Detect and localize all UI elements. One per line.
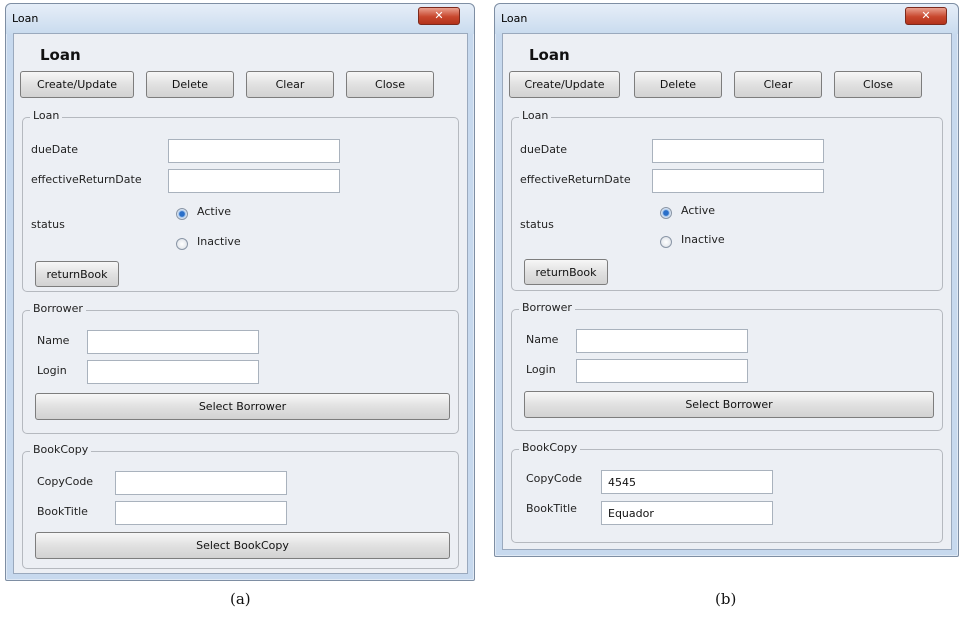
window-title: Loan — [12, 12, 39, 25]
return-book-button[interactable]: returnBook — [524, 259, 608, 285]
caption-a: (a) — [230, 590, 251, 608]
borrower-group-legend: Borrower — [30, 302, 86, 315]
book-title-field[interactable] — [115, 501, 287, 525]
form-heading: Loan — [40, 46, 81, 64]
loan-window-a: Loan ✕ Loan Create/Update Delete Clear C… — [5, 3, 475, 581]
loan-group-legend: Loan — [30, 109, 63, 122]
due-date-field[interactable] — [652, 139, 824, 163]
select-bookcopy-button[interactable]: Select BookCopy — [35, 532, 450, 559]
loan-window-b: Loan ✕ Loan Create/Update Delete Clear C… — [494, 3, 959, 557]
status-active-label: Active — [681, 204, 716, 217]
due-date-label: dueDate — [31, 143, 79, 156]
create-update-button[interactable]: Create/Update — [509, 71, 620, 98]
effective-return-date-label: effectiveReturnDate — [520, 173, 631, 186]
select-borrower-button[interactable]: Select Borrower — [524, 391, 934, 418]
window-title: Loan — [501, 12, 528, 25]
delete-button[interactable]: Delete — [634, 71, 722, 98]
clear-button[interactable]: Clear — [246, 71, 334, 98]
select-borrower-button[interactable]: Select Borrower — [35, 393, 450, 420]
book-title-label: BookTitle — [526, 502, 577, 515]
close-button[interactable]: Close — [346, 71, 434, 98]
borrower-group-legend: Borrower — [519, 301, 575, 314]
borrower-login-label: Login — [37, 364, 67, 377]
window-titlebar: Loan — [6, 4, 474, 34]
create-update-button[interactable]: Create/Update — [20, 71, 134, 98]
status-active-label: Active — [197, 205, 232, 218]
status-active-radio[interactable] — [176, 208, 188, 220]
effective-return-date-field[interactable] — [168, 169, 340, 193]
bookcopy-group-legend: BookCopy — [519, 441, 581, 454]
form-client-area: Loan Create/Update Delete Clear Close Lo… — [13, 33, 468, 574]
loan-group-legend: Loan — [519, 109, 552, 122]
loan-group: Loan dueDate effectiveReturnDate status … — [511, 109, 943, 291]
bookcopy-group: BookCopy CopyCode BookTitle Select BookC… — [22, 443, 459, 569]
bookcopy-group-legend: BookCopy — [30, 443, 92, 456]
form-client-area: Loan Create/Update Delete Clear Close Lo… — [502, 33, 952, 550]
close-x-icon[interactable]: ✕ — [905, 7, 947, 25]
window-titlebar: Loan — [495, 4, 958, 34]
status-active-radio[interactable] — [660, 207, 672, 219]
clear-button[interactable]: Clear — [734, 71, 822, 98]
borrower-name-field[interactable] — [87, 330, 259, 354]
close-button[interactable]: Close — [834, 71, 922, 98]
due-date-label: dueDate — [520, 143, 568, 156]
status-inactive-label: Inactive — [681, 233, 725, 246]
copy-code-field[interactable]: 4545 — [601, 470, 773, 494]
effective-return-date-label: effectiveReturnDate — [31, 173, 142, 186]
copy-code-label: CopyCode — [37, 475, 94, 488]
status-label: status — [31, 218, 65, 231]
bookcopy-group: BookCopy CopyCode 4545 BookTitle Equador — [511, 441, 943, 543]
effective-return-date-field[interactable] — [652, 169, 824, 193]
status-inactive-label: Inactive — [197, 235, 241, 248]
book-title-label: BookTitle — [37, 505, 88, 518]
copy-code-field[interactable] — [115, 471, 287, 495]
status-label: status — [520, 218, 554, 231]
borrower-login-field[interactable] — [576, 359, 748, 383]
borrower-group: Borrower Name Login Select Borrower — [511, 301, 943, 431]
borrower-group: Borrower Name Login Select Borrower — [22, 302, 459, 434]
return-book-button[interactable]: returnBook — [35, 261, 119, 287]
loan-group: Loan dueDate effectiveReturnDate status … — [22, 109, 459, 292]
borrower-name-label: Name — [526, 333, 559, 346]
borrower-login-label: Login — [526, 363, 556, 376]
status-inactive-radio[interactable] — [660, 236, 672, 248]
status-inactive-radio[interactable] — [176, 238, 188, 250]
close-x-icon[interactable]: ✕ — [418, 7, 460, 25]
caption-b: (b) — [715, 590, 737, 608]
borrower-name-field[interactable] — [576, 329, 748, 353]
book-title-field[interactable]: Equador — [601, 501, 773, 525]
form-heading: Loan — [529, 46, 570, 64]
borrower-name-label: Name — [37, 334, 70, 347]
due-date-field[interactable] — [168, 139, 340, 163]
borrower-login-field[interactable] — [87, 360, 259, 384]
delete-button[interactable]: Delete — [146, 71, 234, 98]
copy-code-label: CopyCode — [526, 472, 583, 485]
